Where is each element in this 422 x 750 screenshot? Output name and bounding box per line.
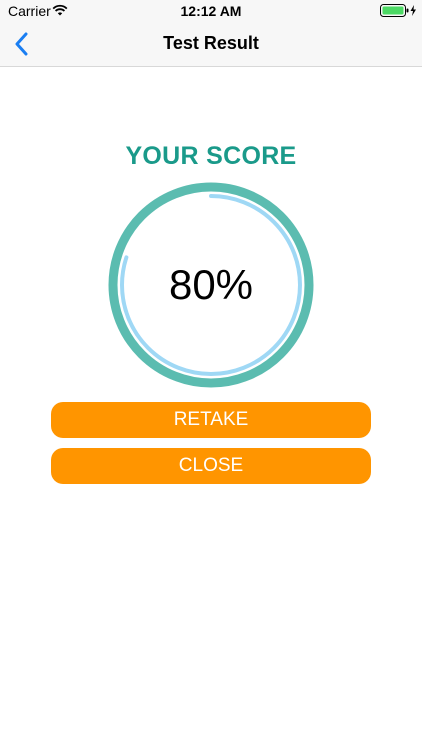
retake-button[interactable]: RETAKE: [51, 402, 371, 438]
page-title: Test Result: [163, 33, 259, 53]
screen: Carrier 12:12 AM Test Result YOUR SCORE …: [0, 0, 422, 750]
score-value: 80%: [168, 261, 254, 308]
score-heading: YOUR SCORE: [125, 142, 297, 170]
battery-charging-icon: [380, 4, 416, 17]
close-button[interactable]: CLOSE: [51, 448, 371, 484]
nav-bar: Test Result: [0, 22, 422, 67]
status-bar: Carrier 12:12 AM: [0, 0, 422, 22]
status-time: 12:12 AM: [180, 3, 242, 19]
